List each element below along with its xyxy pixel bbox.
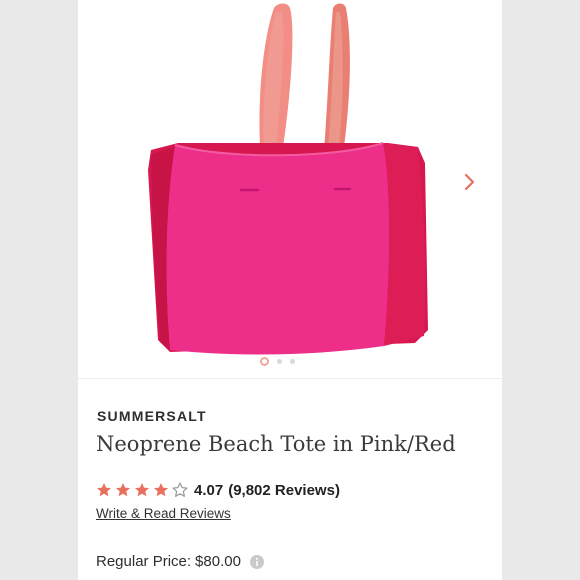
star-filled-icon (116, 483, 130, 497)
chevron-right-icon (464, 173, 475, 191)
product-image-carousel[interactable] (78, 0, 502, 378)
price-label: Regular Price: (96, 553, 192, 570)
price-row: Regular Price: $80.00 (96, 553, 264, 570)
rating-value: 4.07 (194, 481, 224, 499)
divider (78, 378, 502, 379)
product-card: SUMMERSALT Neoprene Beach Tote in Pink/R… (78, 0, 502, 580)
star-filled-icon (135, 483, 149, 497)
star-empty-icon (172, 482, 188, 497)
write-read-reviews-link[interactable]: Write & Read Reviews (96, 506, 231, 521)
tote-bag-image (148, 3, 428, 355)
carousel-dot[interactable] (260, 356, 269, 366)
info-icon[interactable] (249, 554, 264, 569)
review-count: (9,802 Reviews) (228, 481, 340, 499)
product-title: Neoprene Beach Tote in Pink/Red (96, 432, 456, 456)
star-filled-icon (97, 483, 111, 497)
price-value: $80.00 (195, 553, 241, 570)
star-rating (96, 482, 188, 498)
carousel-dot[interactable] (290, 358, 295, 364)
carousel-dot[interactable] (277, 358, 282, 364)
carousel-pagination (260, 354, 295, 368)
next-image-button[interactable] (458, 170, 482, 194)
brand-name: SUMMERSALT (97, 408, 207, 424)
rating-summary: 4.07 (9,802 Reviews) (96, 479, 340, 501)
star-filled-icon (154, 483, 168, 497)
